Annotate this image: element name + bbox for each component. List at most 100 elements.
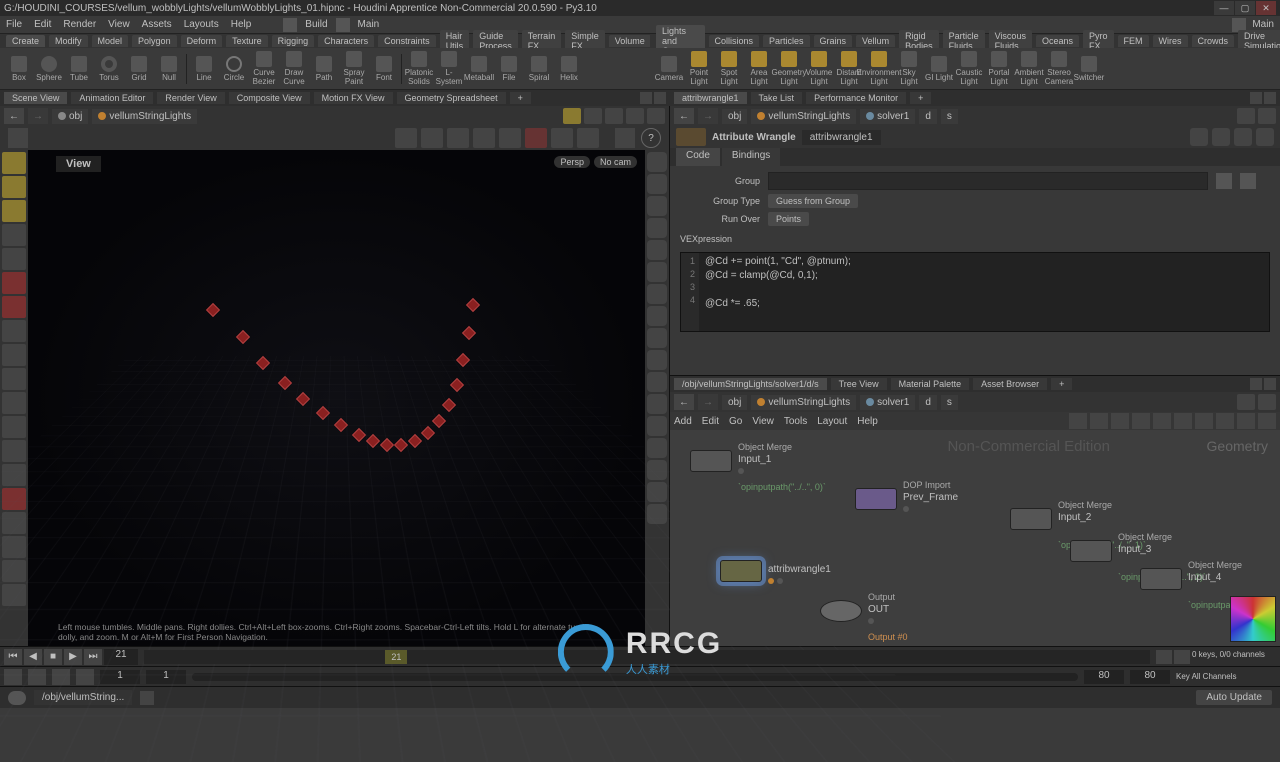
range-end2[interactable]: 80 <box>1130 670 1170 684</box>
tool-spot-light[interactable]: Spot Light <box>714 51 744 87</box>
net-menu-help[interactable]: Help <box>857 416 878 427</box>
shelf-tab[interactable]: Deform <box>181 35 223 47</box>
scissors-icon[interactable] <box>647 284 667 304</box>
node-input3[interactable]: Object Merge Input_3 `opinputpath("../..… <box>1070 540 1112 562</box>
flow-icon[interactable] <box>615 128 635 148</box>
move-icon[interactable] <box>2 320 26 342</box>
tool-volume-light[interactable]: Volume Light <box>804 51 834 87</box>
shelf-tab[interactable]: Characters <box>318 35 374 47</box>
net-menu-view[interactable]: View <box>752 416 774 427</box>
menu-assets[interactable]: Assets <box>142 19 172 30</box>
light-mode-icon[interactable] <box>647 196 667 216</box>
find-icon[interactable] <box>1258 413 1276 429</box>
text-icon[interactable] <box>647 328 667 348</box>
tool-null[interactable]: Null <box>154 51 184 87</box>
shelf-tab[interactable]: Constraints <box>378 35 436 47</box>
mask-icon[interactable] <box>647 372 667 392</box>
shade-mode-icon[interactable] <box>647 174 667 194</box>
tool-torus[interactable]: Torus <box>94 51 124 87</box>
tool-geo-light[interactable]: Geometry Light <box>774 51 804 87</box>
quick1-icon[interactable] <box>1174 413 1192 429</box>
prim-icon[interactable] <box>2 176 26 198</box>
net-menu-layout[interactable]: Layout <box>817 416 847 427</box>
path-sop[interactable]: solver1 <box>860 395 915 410</box>
pin-icon[interactable] <box>1237 394 1255 410</box>
group-pick-icon[interactable] <box>1240 173 1256 189</box>
group-type-select[interactable]: Guess from Group <box>768 194 858 208</box>
minimize-button[interactable]: — <box>1214 1 1234 15</box>
nav-fwd-icon[interactable]: → <box>698 108 718 124</box>
shelf-tab[interactable]: Volume <box>609 35 651 47</box>
expand-icon[interactable] <box>647 306 667 326</box>
tool-helix[interactable]: Helix <box>554 51 584 87</box>
pane-max-icon[interactable] <box>1250 92 1262 104</box>
tool-spray[interactable]: Spray Paint <box>339 51 369 87</box>
node-attribwrangle[interactable]: attribwrangle1 <box>720 560 762 582</box>
shade-icon[interactable] <box>626 108 644 124</box>
select-tool-icon[interactable] <box>395 128 417 148</box>
tool-grid[interactable]: Grid <box>124 51 154 87</box>
menu-file[interactable]: File <box>6 19 22 30</box>
help-icon[interactable]: ? <box>641 128 661 148</box>
node-input4[interactable]: Object Merge Input_4 `opinputpath( <box>1140 568 1182 590</box>
poly-icon[interactable] <box>2 200 26 222</box>
range-end[interactable]: 80 <box>1084 670 1124 684</box>
shelf-tab[interactable]: Grains <box>814 35 853 47</box>
tool-sphere[interactable]: Sphere <box>34 51 64 87</box>
path-geo[interactable]: vellumStringLights <box>751 109 856 124</box>
nav-back-icon[interactable]: ← <box>674 108 694 124</box>
pane-tab[interactable]: Geometry Spreadsheet <box>397 92 506 104</box>
path-s[interactable]: s <box>941 109 958 124</box>
pen-icon[interactable] <box>647 416 667 436</box>
tool-path[interactable]: Path <box>309 51 339 87</box>
gear-icon[interactable] <box>1190 128 1208 146</box>
link-icon[interactable] <box>1258 394 1276 410</box>
pane-max-icon[interactable] <box>640 92 652 104</box>
menu-layouts[interactable]: Layouts <box>184 19 219 30</box>
node-input1[interactable]: Object Merge Input_1 `opinputpath("../..… <box>690 450 732 472</box>
radial-selector[interactable]: Main <box>1252 19 1274 30</box>
pane-tab-add[interactable]: + <box>1051 378 1072 390</box>
path-obj[interactable]: obj <box>722 109 747 124</box>
pane-tab[interactable]: /obj/vellumStringLights/solver1/d/s <box>674 378 827 390</box>
pin-icon[interactable] <box>1237 108 1255 124</box>
info-icon[interactable] <box>1234 128 1252 146</box>
tool-point-light[interactable]: Point Light <box>684 51 714 87</box>
menu-view[interactable]: View <box>108 19 130 30</box>
path-sop[interactable]: solver1 <box>860 109 915 124</box>
pane-tab[interactable]: Composite View <box>229 92 310 104</box>
shelf-tab[interactable]: FEM <box>1118 35 1149 47</box>
net-menu-go[interactable]: Go <box>729 416 742 427</box>
tool-tube[interactable]: Tube <box>64 51 94 87</box>
shelf-tab[interactable]: Vellum <box>856 35 895 47</box>
node-name-field[interactable]: attribwrangle1 <box>802 130 881 145</box>
handle-icon[interactable] <box>8 128 28 148</box>
auto-update[interactable]: Auto Update <box>1196 690 1272 705</box>
network-view[interactable]: Non-Commercial Edition Geometry Object M… <box>670 430 1280 646</box>
guide-icon[interactable] <box>647 394 667 414</box>
pane-opts-icon[interactable] <box>1264 378 1276 390</box>
grid2-icon[interactable] <box>1153 413 1171 429</box>
tool-draw-curve[interactable]: Draw Curve <box>279 51 309 87</box>
vis-icon[interactable] <box>584 108 602 124</box>
grid1-icon[interactable] <box>1132 413 1150 429</box>
lasso-tool-icon[interactable] <box>421 128 443 148</box>
nav-back-icon[interactable]: ← <box>4 108 24 124</box>
select-icon[interactable] <box>2 152 26 174</box>
shelf-tab[interactable]: Particles <box>763 35 810 47</box>
region-icon[interactable] <box>2 416 26 438</box>
tool-area-light[interactable]: Area Light <box>744 51 774 87</box>
timeline-track[interactable]: 21 <box>144 650 1150 664</box>
nav-fwd-icon[interactable]: → <box>28 108 48 124</box>
cam-lock-icon[interactable] <box>647 262 667 282</box>
close-button[interactable]: ✕ <box>1256 1 1276 15</box>
tool-gi-light[interactable]: GI Light <box>924 51 954 87</box>
tree-icon[interactable] <box>1090 413 1108 429</box>
group-select-icon[interactable] <box>1216 173 1232 189</box>
quick2-icon[interactable] <box>1195 413 1213 429</box>
pane-tab[interactable]: Render View <box>157 92 224 104</box>
lock-icon[interactable] <box>2 248 26 270</box>
shelf-tab[interactable]: Crowds <box>1192 35 1235 47</box>
pane-tab[interactable]: Animation Editor <box>71 92 153 104</box>
pane-tab[interactable]: Scene View <box>4 92 67 104</box>
